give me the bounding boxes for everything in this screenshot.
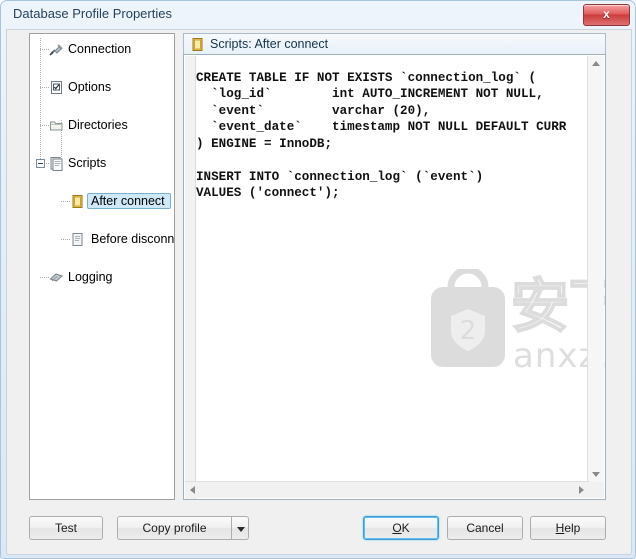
sidebar-item-connection[interactable]: Connection	[30, 40, 174, 59]
title-bar: Database Profile Properties x	[1, 1, 636, 29]
sidebar-item-scripts[interactable]: Scripts	[30, 154, 174, 173]
chevron-down-icon	[237, 527, 245, 532]
settings-tree[interactable]: Connection Options Directories Scripts A…	[29, 33, 175, 500]
tree-guide-line	[40, 49, 49, 50]
tree-guide-line	[61, 201, 70, 202]
editor-header-label: Scripts: After connect	[210, 37, 329, 51]
sidebar-item-label: Directories	[68, 118, 128, 132]
tree-collapse-toggle[interactable]	[36, 159, 45, 168]
help-button[interactable]: Help	[530, 516, 606, 540]
script-editor-group: Scripts: After connect CREATE TABLE IF N…	[183, 33, 606, 500]
sidebar-item-label: Options	[68, 80, 112, 94]
dialog-button-bar: Test Copy profile OK Cancel Help	[7, 516, 633, 546]
close-button[interactable]: x	[583, 4, 630, 26]
sidebar-item-label: Scripts	[68, 156, 107, 170]
sql-code-text[interactable]: CREATE TABLE IF NOT EXISTS `connection_l…	[196, 70, 581, 495]
tree-guide-line	[40, 125, 49, 126]
sidebar-item-label: Logging	[68, 270, 113, 284]
tree-guide-line	[61, 239, 70, 240]
editor-header: Scripts: After connect	[183, 33, 606, 55]
logging-icon	[49, 270, 64, 285]
sidebar-item-options[interactable]: Options	[30, 78, 174, 97]
scripts-icon	[49, 156, 64, 171]
scroll-down-arrow-icon[interactable]	[592, 472, 600, 477]
sidebar-item-label: After connect	[91, 194, 165, 208]
editor-horizontal-scrollbar[interactable]	[185, 481, 589, 498]
scroll-left-arrow-icon[interactable]	[190, 486, 195, 494]
sidebar-item-logging[interactable]: Logging	[30, 268, 174, 287]
test-button[interactable]: Test	[29, 516, 103, 540]
scroll-up-arrow-icon[interactable]	[592, 61, 600, 66]
editor-gutter	[185, 56, 196, 499]
window-title: Database Profile Properties	[13, 6, 172, 21]
sidebar-item-before-disconnect[interactable]: Before disconnec	[30, 230, 174, 249]
plug-icon	[49, 42, 64, 57]
tree-guide-line	[40, 87, 49, 88]
cancel-button[interactable]: Cancel	[447, 516, 523, 540]
close-icon: x	[603, 7, 610, 21]
ok-button[interactable]: OK	[363, 516, 439, 540]
sidebar-item-label: Connection	[68, 42, 132, 56]
sql-editor[interactable]: CREATE TABLE IF NOT EXISTS `connection_l…	[183, 54, 606, 500]
yellow-doc-icon	[70, 194, 85, 209]
sidebar-item-after-connect[interactable]: After connect	[30, 192, 174, 211]
scroll-right-arrow-icon[interactable]	[579, 486, 584, 494]
editor-vertical-scrollbar[interactable]	[587, 56, 604, 482]
tree-guide-line	[40, 277, 49, 278]
dialog-client-area: Connection Options Directories Scripts A…	[6, 29, 632, 555]
dialog-window: Database Profile Properties x Connection…	[0, 0, 636, 559]
sidebar-item-label: Before disconnec	[91, 232, 175, 246]
sidebar-item-directories[interactable]: Directories	[30, 116, 174, 135]
checkbox-doc-icon	[49, 80, 64, 95]
copy-profile-dropdown-button[interactable]	[232, 516, 249, 540]
gray-doc-icon	[70, 232, 85, 247]
copy-profile-button[interactable]: Copy profile	[117, 516, 232, 540]
scrollbar-corner	[588, 482, 604, 498]
folder-icon	[49, 118, 64, 133]
